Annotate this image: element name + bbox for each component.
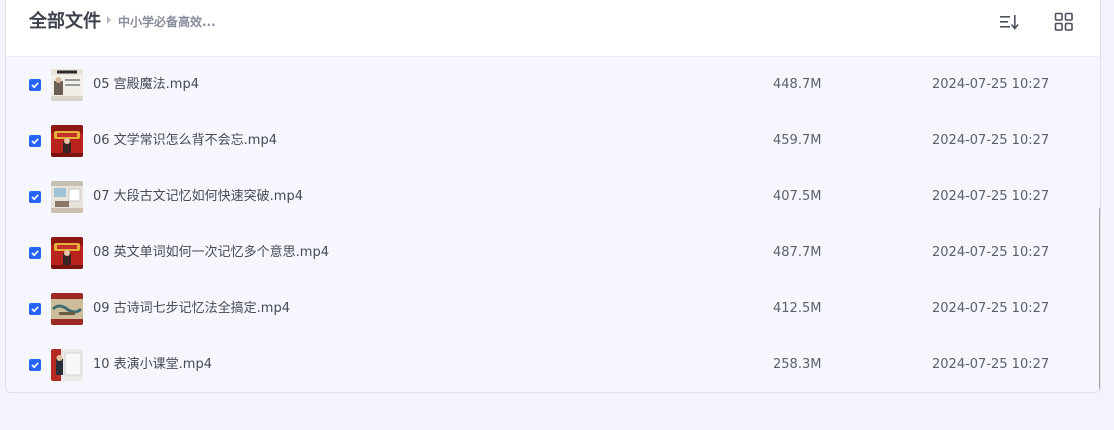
file-name[interactable]: 08 英文单词如何一次记忆多个意思.mp4 bbox=[93, 244, 329, 262]
file-size: 407.5M bbox=[773, 189, 822, 204]
file-row[interactable]: 10 表演小课堂.mp4 258.3M 2024-07-25 10:27 bbox=[6, 337, 1092, 392]
video-thumbnail bbox=[51, 293, 83, 325]
vertical-scrollbar[interactable] bbox=[1099, 206, 1100, 392]
page-title[interactable]: 全部文件 bbox=[29, 9, 101, 35]
file-name[interactable]: 09 古诗词七步记忆法全搞定.mp4 bbox=[93, 300, 290, 318]
file-name[interactable]: 06 文学常识怎么背不会忘.mp4 bbox=[93, 132, 277, 150]
file-list: 05 宫殿魔法.mp4 448.7M 2024-07-25 10:27 06 文… bbox=[6, 57, 1092, 392]
video-thumbnail bbox=[51, 125, 83, 157]
grid-view-button[interactable] bbox=[1053, 11, 1075, 33]
row-checkbox[interactable] bbox=[29, 191, 41, 203]
row-checkbox[interactable] bbox=[29, 359, 41, 371]
file-size: 258.3M bbox=[773, 357, 822, 372]
file-name[interactable]: 05 宫殿魔法.mp4 bbox=[93, 76, 199, 94]
file-size: 459.7M bbox=[773, 133, 822, 148]
file-name[interactable]: 07 大段古文记忆如何快速突破.mp4 bbox=[93, 188, 303, 206]
file-row[interactable]: 05 宫殿魔法.mp4 448.7M 2024-07-25 10:27 bbox=[6, 57, 1092, 113]
check-icon bbox=[31, 306, 39, 313]
file-size: 448.7M bbox=[773, 77, 822, 92]
row-checkbox[interactable] bbox=[29, 247, 41, 259]
row-checkbox[interactable] bbox=[29, 303, 41, 315]
file-date: 2024-07-25 10:27 bbox=[932, 301, 1050, 316]
file-size: 487.7M bbox=[773, 245, 822, 260]
file-name[interactable]: 10 表演小课堂.mp4 bbox=[93, 356, 212, 374]
row-checkbox[interactable] bbox=[29, 135, 41, 147]
video-thumbnail bbox=[51, 181, 83, 213]
file-date: 2024-07-25 10:27 bbox=[932, 189, 1050, 204]
check-icon bbox=[31, 138, 39, 145]
file-date: 2024-07-25 10:27 bbox=[932, 357, 1050, 372]
sort-icon bbox=[1000, 15, 1019, 30]
file-row[interactable]: 08 英文单词如何一次记忆多个意思.mp4 487.7M 2024-07-25 … bbox=[6, 225, 1092, 281]
breadcrumb[interactable]: 中小学必备高效... bbox=[118, 13, 216, 31]
file-row[interactable]: 09 古诗词七步记忆法全搞定.mp4 412.5M 2024-07-25 10:… bbox=[6, 281, 1092, 337]
list-header: 全部文件 中小学必备高效... bbox=[6, 0, 1100, 57]
check-icon bbox=[31, 362, 39, 369]
file-list-panel: 全部文件 中小学必备高效... 05 宫殿魔法.mp4 448.7M 2024-… bbox=[5, 0, 1101, 393]
breadcrumb-arrow-icon bbox=[107, 16, 111, 24]
video-thumbnail bbox=[51, 237, 83, 269]
check-icon bbox=[31, 194, 39, 201]
file-date: 2024-07-25 10:27 bbox=[932, 77, 1050, 92]
row-checkbox[interactable] bbox=[29, 79, 41, 91]
file-date: 2024-07-25 10:27 bbox=[932, 245, 1050, 260]
check-icon bbox=[31, 250, 39, 257]
file-date: 2024-07-25 10:27 bbox=[932, 133, 1050, 148]
file-size: 412.5M bbox=[773, 301, 822, 316]
check-icon bbox=[31, 82, 39, 89]
file-row[interactable]: 07 大段古文记忆如何快速突破.mp4 407.5M 2024-07-25 10… bbox=[6, 169, 1092, 225]
video-thumbnail bbox=[51, 349, 83, 381]
file-row[interactable]: 06 文学常识怎么背不会忘.mp4 459.7M 2024-07-25 10:2… bbox=[6, 113, 1092, 169]
video-thumbnail bbox=[51, 69, 83, 101]
grid-view-icon bbox=[1054, 12, 1073, 31]
sort-button[interactable] bbox=[998, 11, 1020, 33]
